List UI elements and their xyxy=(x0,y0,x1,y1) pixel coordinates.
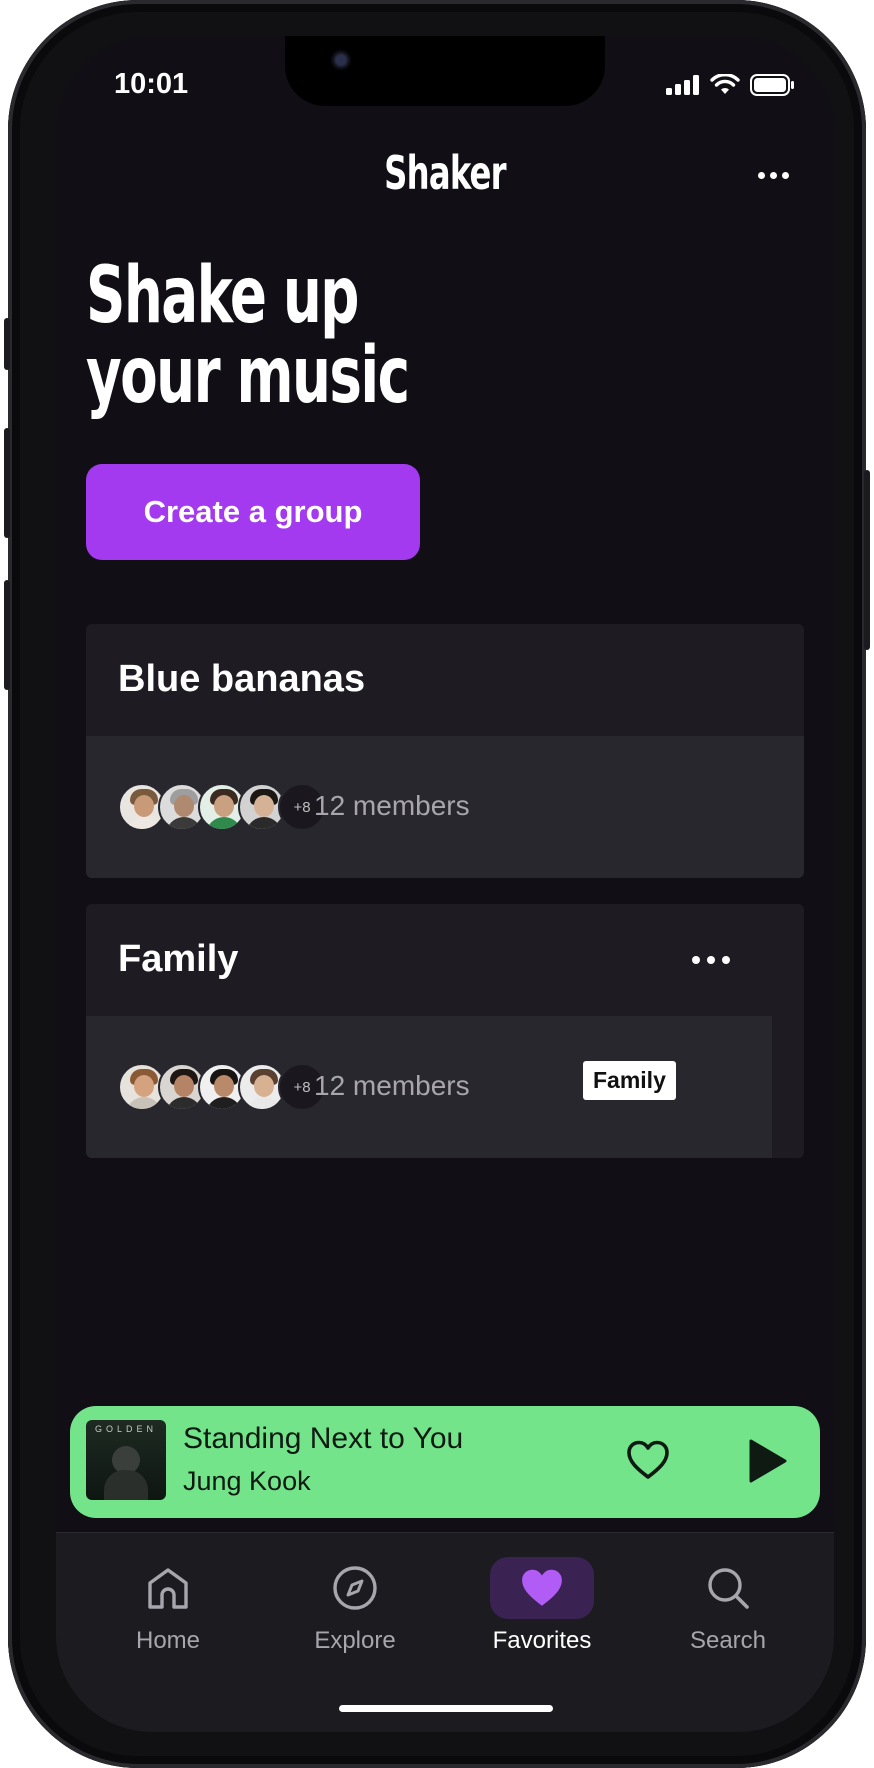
status-icons xyxy=(666,74,794,96)
now-playing-bar[interactable]: GOLDEN Standing Next to You Jung Kook xyxy=(70,1406,820,1518)
screen: 10:01 Shaker Shake up your music Create … xyxy=(56,36,834,1732)
compass-icon xyxy=(333,1566,377,1610)
search-icon xyxy=(708,1568,749,1609)
play-icon[interactable] xyxy=(746,1438,788,1489)
hero-line-1: Shake up xyxy=(86,251,360,341)
group-card-family[interactable]: Family +8 12 members Family xyxy=(86,904,804,1158)
volume-down-button xyxy=(4,580,10,690)
hero-line-2: your music xyxy=(86,331,410,421)
album-art-text: GOLDEN xyxy=(94,1424,157,1434)
tab-explore[interactable]: Explore xyxy=(275,1553,435,1655)
tab-home[interactable]: Home xyxy=(88,1553,248,1655)
tab-label: Search xyxy=(689,1627,767,1654)
group-card-blue-bananas[interactable]: Blue bananas +8 12 members xyxy=(86,624,804,878)
album-art: GOLDEN xyxy=(86,1420,166,1500)
hero-heading: Shake up your music xyxy=(86,251,410,421)
camera-icon xyxy=(331,50,351,70)
group-members-row: +8 12 members xyxy=(86,736,804,878)
bottom-tab-bar: Home Explore Favorites Search xyxy=(56,1532,834,1732)
create-group-button[interactable]: Create a group xyxy=(86,464,420,560)
member-avatars: +8 xyxy=(118,783,326,831)
more-options-icon[interactable] xyxy=(692,956,730,964)
member-count: 12 members xyxy=(314,1070,470,1101)
member-count: 12 members xyxy=(314,790,470,821)
cellular-signal-icon xyxy=(666,75,699,95)
tab-label: Explore xyxy=(314,1627,396,1654)
more-options-icon[interactable] xyxy=(758,172,789,179)
group-members-row: +8 12 members Family xyxy=(86,1016,772,1158)
dynamic-notch xyxy=(285,36,605,106)
phone-frame: 10:01 Shaker Shake up your music Create … xyxy=(4,0,870,1768)
heart-icon xyxy=(522,1569,562,1606)
home-indicator[interactable] xyxy=(339,1705,553,1712)
member-avatars: +8 xyxy=(118,1063,326,1111)
silent-switch xyxy=(4,318,10,370)
tab-label: Favorites xyxy=(492,1627,592,1654)
group-name: Family xyxy=(118,938,239,980)
home-icon xyxy=(148,1568,188,1609)
wifi-icon xyxy=(710,74,740,94)
tab-favorites[interactable]: Favorites xyxy=(462,1553,622,1655)
group-name: Blue bananas xyxy=(118,658,366,700)
app-title: Shaker xyxy=(384,146,506,200)
active-tab-indicator xyxy=(490,1557,594,1619)
song-title: Standing Next to You xyxy=(183,1422,464,1455)
status-time: 10:01 xyxy=(114,68,189,100)
battery-icon xyxy=(750,74,794,96)
song-artist: Jung Kook xyxy=(183,1466,311,1496)
volume-up-button xyxy=(4,428,10,538)
tab-search[interactable]: Search xyxy=(648,1553,808,1655)
power-button xyxy=(864,470,870,650)
tab-label: Home xyxy=(135,1627,201,1654)
like-heart-icon[interactable] xyxy=(626,1440,670,1485)
group-tag-badge: Family xyxy=(583,1061,676,1100)
